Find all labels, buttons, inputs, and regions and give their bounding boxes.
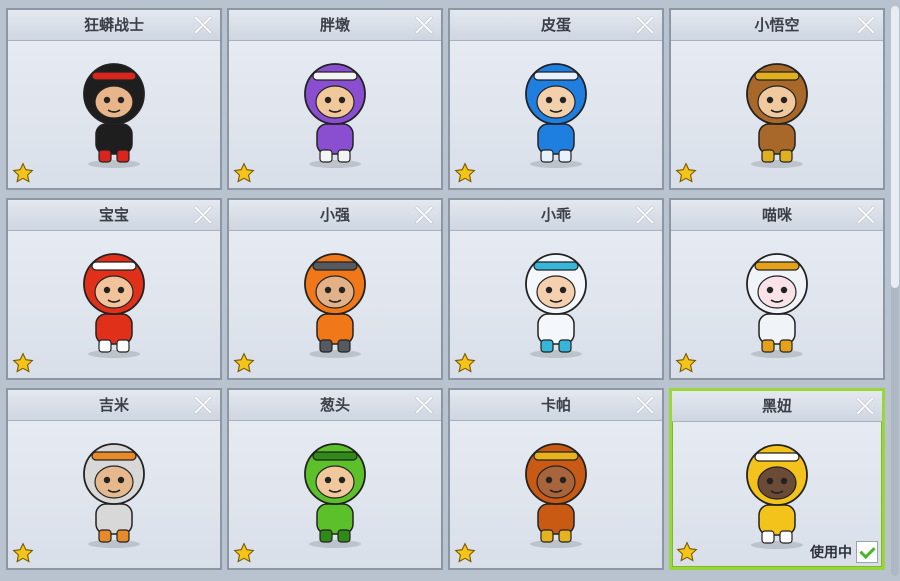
white-bear-character-icon <box>501 236 611 360</box>
warrior-character-icon <box>59 46 169 170</box>
red-baby-character-icon <box>59 236 169 360</box>
close-icon[interactable] <box>634 14 656 36</box>
star-icon <box>454 352 476 374</box>
character-name: 皮蛋 <box>450 10 662 41</box>
character-card[interactable]: 小悟空 <box>669 8 885 190</box>
character-card[interactable]: 小乖 <box>448 198 664 380</box>
close-icon[interactable] <box>634 204 656 226</box>
character-card[interactable]: 胖墩 <box>227 8 443 190</box>
character-card[interactable]: 葱头 <box>227 388 443 570</box>
character-card[interactable]: 皮蛋 <box>448 8 664 190</box>
character-card[interactable]: 狂蟒战士 <box>6 8 222 190</box>
character-card[interactable]: 黑妞 使用中 <box>669 388 885 570</box>
close-icon[interactable] <box>854 395 876 417</box>
close-icon[interactable] <box>413 204 435 226</box>
character-name: 葱头 <box>229 390 441 421</box>
purple-bunny-character-icon <box>280 46 390 170</box>
character-name: 吉米 <box>8 390 220 421</box>
character-card[interactable]: 卡帕 <box>448 388 664 570</box>
character-name: 黑妞 <box>672 391 882 422</box>
close-icon[interactable] <box>192 394 214 416</box>
scrollbar-thumb[interactable] <box>891 6 899 288</box>
character-name: 小悟空 <box>671 10 883 41</box>
close-icon[interactable] <box>413 394 435 416</box>
character-name: 小强 <box>229 200 441 231</box>
character-card[interactable]: 吉米 <box>6 388 222 570</box>
character-name: 喵咪 <box>671 200 883 231</box>
in-use-label: 使用中 <box>810 545 852 561</box>
star-icon <box>675 162 697 184</box>
star-icon <box>12 352 34 374</box>
lucky-cat-character-icon <box>722 236 832 360</box>
character-name: 宝宝 <box>8 200 220 231</box>
checkmark-icon[interactable] <box>856 541 878 563</box>
star-icon <box>454 162 476 184</box>
star-icon <box>676 541 698 563</box>
close-icon[interactable] <box>413 14 435 36</box>
star-icon <box>454 542 476 564</box>
character-card[interactable]: 宝宝 <box>6 198 222 380</box>
tribal-mask-character-icon <box>501 426 611 550</box>
close-icon[interactable] <box>855 204 877 226</box>
character-grid: 狂蟒战士 胖墩 皮蛋 小悟空 宝宝 小强 小乖 喵咪 吉米 葱头 卡帕 黑妞 使… <box>6 8 885 570</box>
star-icon <box>233 542 255 564</box>
character-name: 小乖 <box>450 200 662 231</box>
character-card[interactable]: 小强 <box>227 198 443 380</box>
star-icon <box>233 162 255 184</box>
close-icon[interactable] <box>192 204 214 226</box>
close-icon[interactable] <box>855 14 877 36</box>
character-card[interactable]: 喵咪 <box>669 198 885 380</box>
close-icon[interactable] <box>192 14 214 36</box>
character-name: 狂蟒战士 <box>8 10 220 41</box>
star-icon <box>12 162 34 184</box>
yellow-cat-character-icon <box>722 427 832 551</box>
star-icon <box>12 542 34 564</box>
star-icon <box>675 352 697 374</box>
star-icon <box>233 352 255 374</box>
green-hair-character-icon <box>280 426 390 550</box>
scrollbar[interactable] <box>891 6 899 576</box>
skull-helmet-character-icon <box>59 426 169 550</box>
helmet-character-icon <box>280 236 390 360</box>
in-use-indicator: 使用中 <box>810 541 878 563</box>
character-name: 胖墩 <box>229 10 441 41</box>
close-icon[interactable] <box>634 394 656 416</box>
character-name: 卡帕 <box>450 390 662 421</box>
monkey-king-character-icon <box>722 46 832 170</box>
blue-hood-character-icon <box>501 46 611 170</box>
